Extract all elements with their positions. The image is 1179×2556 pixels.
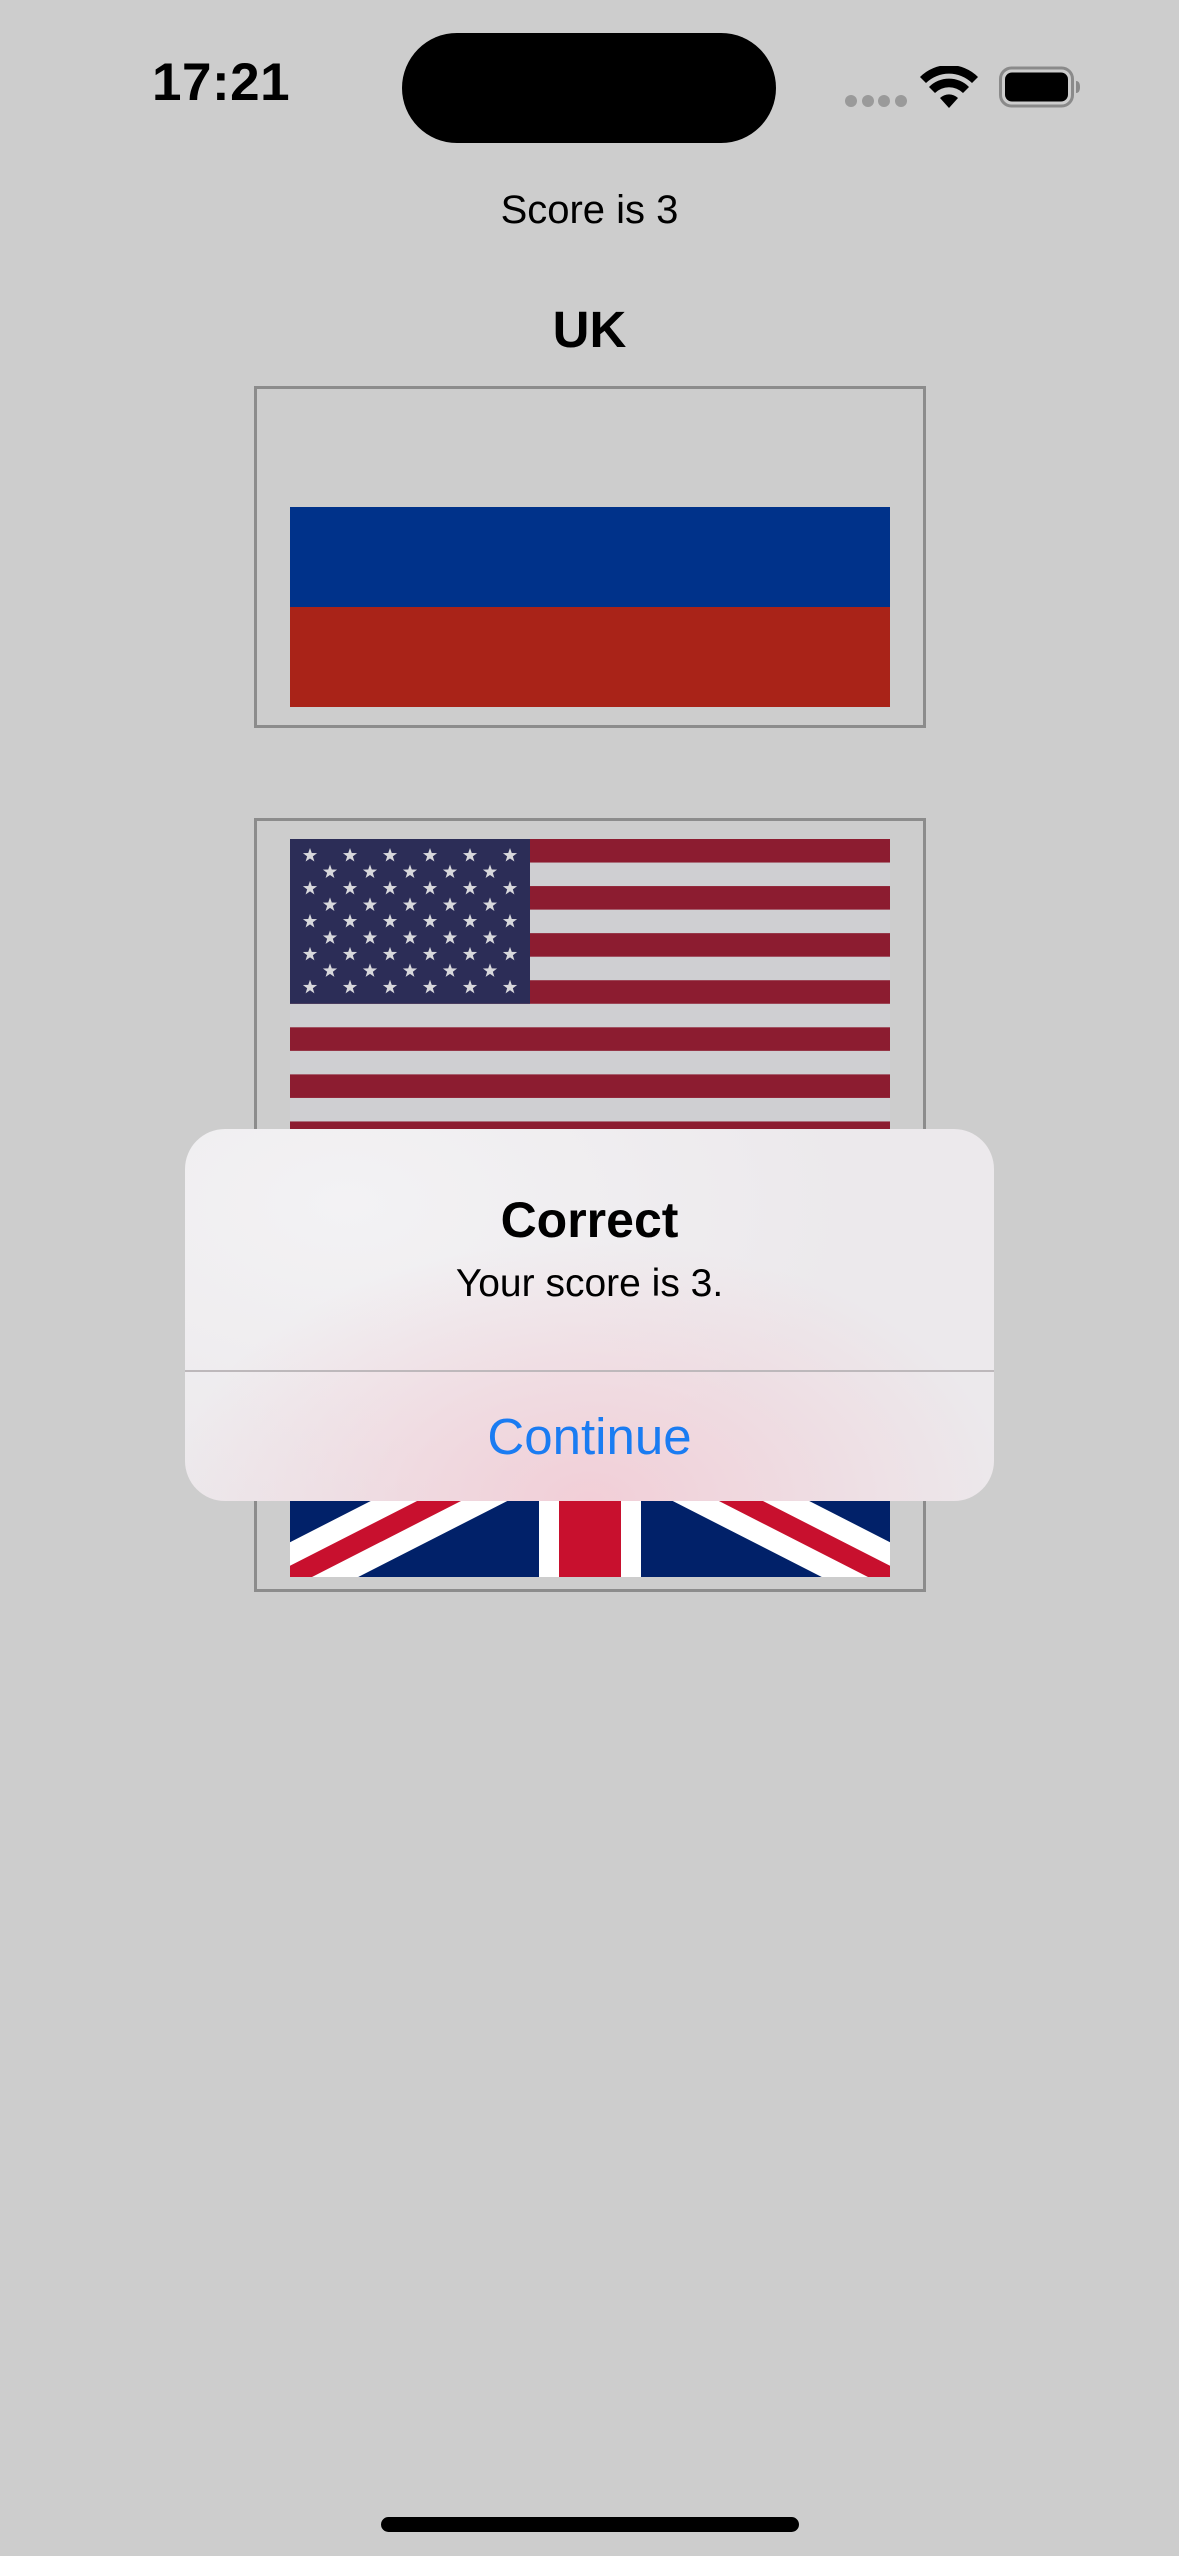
flag-button-russia[interactable]: [254, 386, 926, 728]
home-indicator: [381, 2517, 799, 2532]
russia-flag-icon: [290, 507, 890, 707]
cellular-signal-icon: [845, 95, 907, 107]
battery-icon: [999, 66, 1080, 108]
alert-message: Your score is 3.: [455, 1262, 724, 1305]
flag-button-us[interactable]: [254, 818, 926, 1160]
status-time: 17:21: [152, 53, 291, 112]
alert-dialog: Correct Your score is 3. Continue: [185, 1129, 994, 1501]
wifi-icon: [920, 66, 978, 108]
continue-button[interactable]: Continue: [185, 1372, 994, 1501]
alert-title: Correct: [500, 1192, 679, 1248]
dynamic-island: [402, 33, 776, 143]
target-country-label: UK: [552, 301, 627, 358]
us-flag-icon: [290, 839, 890, 1145]
score-label: Score is 3: [500, 188, 679, 232]
